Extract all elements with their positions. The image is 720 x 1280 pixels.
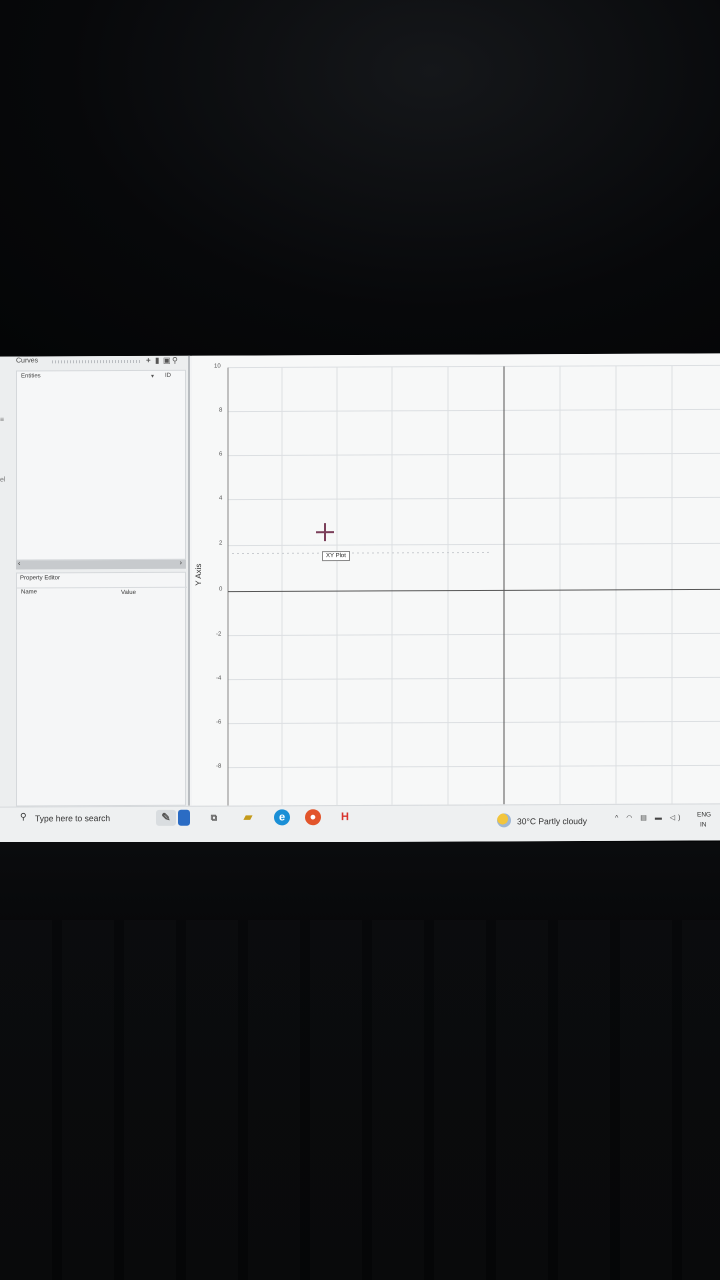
bottle-icon[interactable]: [178, 809, 190, 826]
language-region[interactable]: IN: [700, 821, 707, 828]
edge-fragment: ≡: [0, 416, 5, 424]
search-icon[interactable]: ⚲: [172, 356, 178, 365]
name-column-header[interactable]: Name: [21, 589, 37, 595]
entities-column-header[interactable]: Entities: [21, 373, 41, 379]
y-tick-label: 8: [219, 407, 223, 414]
drag-handle[interactable]: [52, 359, 142, 364]
y-tick-label: 0: [219, 586, 223, 593]
firefox-icon[interactable]: ●: [305, 809, 321, 826]
left-panel: ≡ el Curves + ▮ ▣ ⚲ Entities ▾ ID ‹ › Pr…: [0, 355, 190, 807]
weather-icon[interactable]: [497, 813, 511, 828]
id-column-header[interactable]: ID: [165, 373, 171, 379]
entities-list[interactable]: Entities ▾ ID: [16, 369, 186, 561]
task-view-icon[interactable]: ⧉: [206, 810, 222, 826]
scroll-right-icon[interactable]: ›: [180, 560, 182, 567]
copy-icon[interactable]: ▣: [163, 356, 171, 365]
y-tick-label: -8: [216, 763, 222, 770]
y-tick-label: -2: [216, 631, 222, 638]
curves-title: Curves: [16, 357, 39, 365]
plot-grid: [227, 364, 720, 806]
property-editor: Property Editor Name Value: [16, 571, 187, 807]
y-tick-label: 6: [219, 451, 223, 458]
edge-icon[interactable]: e: [274, 809, 290, 826]
system-tray-icons[interactable]: ^ ◠ ▤ ▬ ◁): [615, 814, 684, 822]
divider: [17, 586, 187, 589]
property-editor-title: Property Editor: [20, 575, 61, 582]
y-tick-label: 4: [219, 495, 223, 502]
y-tick-label: 10: [214, 363, 221, 370]
curves-header: Curves + ▮ ▣ ⚲: [0, 356, 190, 369]
h-app-icon[interactable]: H: [337, 809, 353, 825]
weather-text[interactable]: 30°C Partly cloudy: [517, 816, 587, 826]
value-column-header[interactable]: Value: [121, 590, 136, 596]
language-indicator[interactable]: ENG: [697, 811, 711, 818]
taskbar-search[interactable]: ⚲ Type here to search: [14, 809, 149, 828]
plus-icon[interactable]: +: [146, 356, 151, 365]
plot-tooltip: XY Plot: [322, 551, 350, 562]
y-tick-label: 2: [219, 540, 223, 547]
search-icon[interactable]: ⚲: [20, 811, 27, 822]
file-explorer-icon[interactable]: ▰: [240, 809, 256, 825]
y-axis-title: Y Axis: [194, 563, 203, 586]
files-icon[interactable]: ✎: [156, 809, 176, 826]
edge-fragment: el: [0, 476, 6, 484]
y-tick-label: -4: [216, 675, 222, 682]
grid-lines: [228, 364, 720, 806]
chevron-down-icon[interactable]: ▾: [151, 373, 154, 380]
horizontal-scrollbar[interactable]: ‹ ›: [16, 559, 186, 570]
crosshair-cursor-icon: [316, 523, 334, 542]
trash-icon[interactable]: ▮: [155, 356, 159, 365]
y-tick-label: -6: [216, 719, 222, 726]
screen: ≡ el Curves + ▮ ▣ ⚲ Entities ▾ ID ‹ › Pr…: [0, 353, 720, 844]
keyboard-area: [0, 920, 720, 1280]
xy-plot-area[interactable]: Y Axis 10 8 6 4 2 0 -2 -4 -6 -8 XY Plot: [192, 353, 720, 806]
taskbar: ⚲ Type here to search ✎ ⧉ ▰ e ● H 30°C P…: [0, 803, 720, 844]
monitor-bezel-top: [0, 0, 720, 355]
search-placeholder[interactable]: Type here to search: [35, 813, 110, 823]
x-axis-zero-line: [228, 588, 720, 593]
scroll-left-icon[interactable]: ‹: [18, 560, 20, 567]
reference-line: [232, 551, 492, 555]
